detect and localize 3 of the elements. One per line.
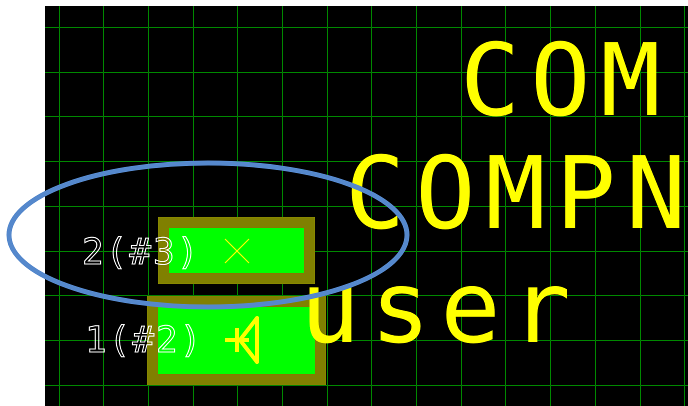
cross-marker-icon: [224, 238, 250, 264]
triangle-marker-icon: [223, 316, 259, 364]
silkscreen-text: user: [300, 249, 581, 366]
